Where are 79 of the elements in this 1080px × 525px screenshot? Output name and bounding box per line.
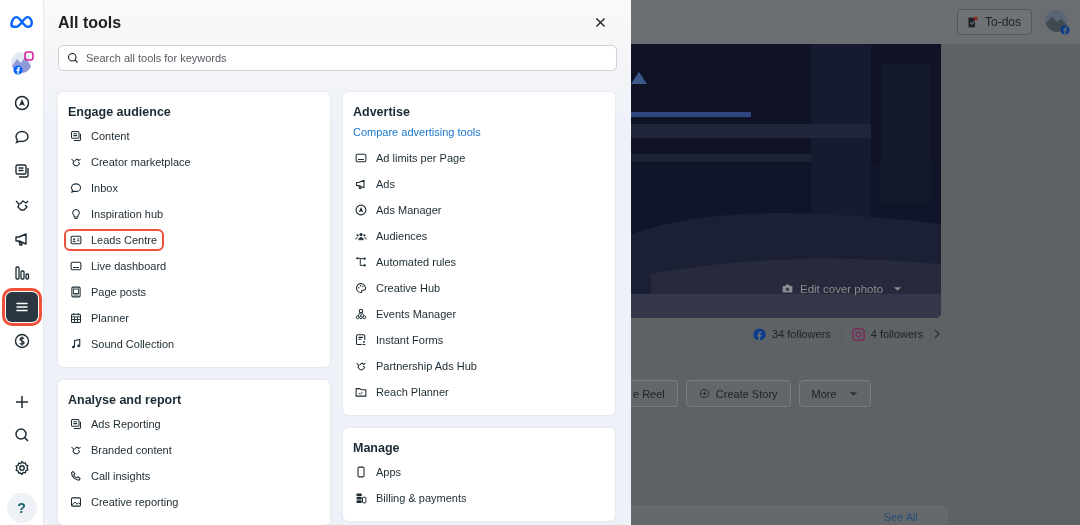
screen-icon — [70, 260, 82, 272]
tool-item[interactable]: Instant Forms — [349, 329, 451, 351]
settings-icon[interactable] — [13, 460, 30, 476]
tool-item[interactable]: Automated rules — [349, 251, 464, 273]
tool-item[interactable]: Page posts — [64, 281, 154, 303]
close-icon[interactable] — [594, 16, 607, 29]
infinity-logo-icon[interactable] — [8, 14, 35, 30]
phone-icon — [70, 470, 82, 482]
tool-item[interactable]: Ads Reporting — [64, 413, 168, 435]
id-card-icon — [70, 234, 82, 246]
camera-icon — [781, 282, 794, 295]
handshake-icon — [355, 360, 367, 372]
page-avatar-icon[interactable] — [8, 50, 35, 76]
handshake-icon — [70, 156, 82, 168]
tool-item[interactable]: Inbox — [64, 177, 125, 199]
tool-item[interactable]: Live dashboard — [64, 255, 174, 277]
tool-item[interactable]: Planner — [64, 307, 136, 329]
bar-chart-icon — [13, 265, 30, 281]
tool-item[interactable]: Creative reporting — [64, 491, 186, 513]
stacked-cards-icon — [70, 130, 82, 142]
tool-item[interactable]: Content — [64, 125, 137, 147]
compass-icon — [355, 204, 367, 216]
section-title: Advertise — [353, 105, 411, 119]
tool-item[interactable]: Ads Manager — [349, 199, 449, 221]
megaphone-icon — [13, 231, 30, 247]
form-icon — [355, 334, 367, 346]
image-icon — [70, 496, 82, 508]
lightbulb-icon — [70, 208, 82, 220]
tool-item[interactable]: Sound Collection — [64, 333, 182, 355]
tool-item[interactable]: Reach Planner — [349, 381, 456, 403]
stacked-cards-icon — [13, 163, 30, 179]
help-button[interactable]: ? — [6, 493, 37, 523]
tool-item[interactable]: Audiences — [349, 225, 435, 247]
tool-item[interactable]: Ad limits per Page — [349, 147, 473, 169]
instagram-icon — [851, 327, 865, 341]
tool-item[interactable]: Creator marketplace — [64, 151, 198, 173]
coins-icon — [355, 492, 367, 504]
document-icon — [70, 286, 82, 298]
palette-icon — [355, 282, 367, 294]
clipboard-icon — [965, 15, 979, 29]
folder-icon — [355, 386, 367, 398]
calendar-icon — [70, 312, 82, 324]
caret-icon — [848, 390, 858, 397]
tool-item[interactable]: Leads Centre — [64, 229, 165, 251]
section-title: Engage audience — [68, 105, 172, 119]
tool-item[interactable]: Inspiration hub — [64, 203, 171, 225]
branch-icon — [355, 256, 367, 268]
mobile-phone-icon — [355, 466, 367, 478]
section-title: Manage — [353, 441, 401, 455]
tool-item[interactable]: Call insights — [64, 465, 158, 487]
compass-icon — [13, 95, 30, 111]
section-title: Analyse and report — [68, 393, 183, 407]
plus-circle-icon — [698, 388, 710, 399]
search-field[interactable]: Search all tools for keywords — [58, 45, 617, 71]
plus-icon[interactable] — [13, 394, 30, 410]
tool-item[interactable]: Events Manager — [349, 303, 464, 325]
screen-icon — [355, 152, 367, 164]
chat-bubble-icon — [13, 129, 30, 145]
dollar-circle-icon — [13, 333, 30, 349]
panel-title: All tools — [58, 13, 122, 32]
people-icon — [355, 230, 367, 242]
chat-bubble-icon — [70, 182, 82, 194]
facebook-icon — [753, 327, 766, 341]
tool-item[interactable]: Branded content — [64, 439, 179, 461]
handshake-icon — [13, 197, 30, 213]
handshake-icon — [70, 444, 82, 456]
tool-item[interactable]: Apps — [349, 461, 409, 483]
tool-item[interactable]: Partnership Ads Hub — [349, 355, 484, 377]
caret-icon — [893, 285, 903, 292]
compare-link[interactable]: Compare advertising tools — [353, 123, 605, 145]
edit-cover-photo-button[interactable]: Edit cover photo — [781, 282, 903, 295]
network-icon — [355, 308, 367, 320]
megaphone-icon — [355, 178, 367, 190]
search-icon[interactable] — [13, 427, 30, 443]
tool-item[interactable]: Creative Hub — [349, 277, 448, 299]
music-note-icon — [70, 338, 82, 350]
stacked-cards-icon — [70, 418, 82, 430]
tool-item[interactable]: Billing & payments — [349, 487, 474, 509]
tool-item[interactable]: Ads — [349, 173, 402, 195]
